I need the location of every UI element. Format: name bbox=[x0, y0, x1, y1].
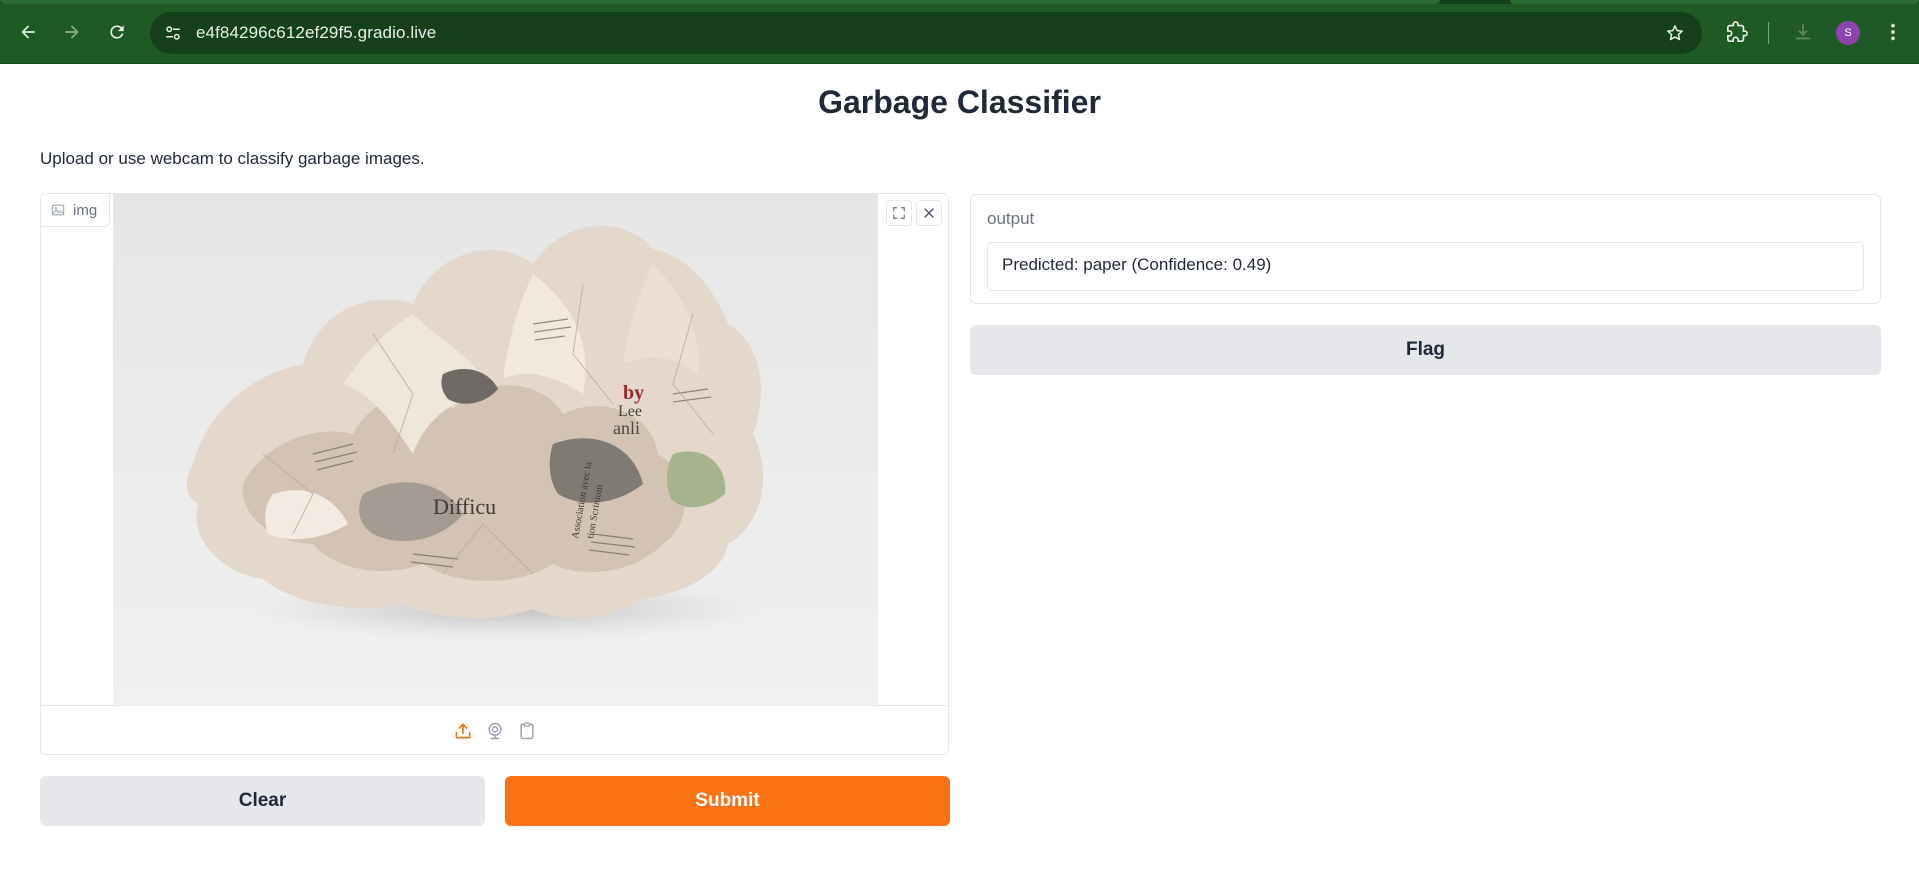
url-text[interactable]: e4f84296c612ef29f5.gradio.live bbox=[196, 23, 436, 43]
fullscreen-icon bbox=[893, 207, 905, 219]
image-input-label-text: img bbox=[73, 201, 98, 219]
upload-source-button[interactable] bbox=[452, 720, 474, 742]
active-tab-edge[interactable] bbox=[0, 0, 1440, 4]
output-textbox[interactable]: Predicted: paper (Confidence: 0.49) bbox=[987, 242, 1864, 291]
toolbar-divider bbox=[1768, 22, 1769, 44]
reload-icon bbox=[110, 25, 124, 39]
uploaded-image: by Lee anli Difficu Association avec la … bbox=[113, 194, 878, 705]
flag-button[interactable]: Flag bbox=[970, 325, 1881, 375]
inactive-tab-edge[interactable] bbox=[1510, 0, 1919, 4]
image-text-difficu: Difficu bbox=[433, 494, 496, 519]
download-icon bbox=[1795, 23, 1811, 40]
image-source-selector bbox=[41, 705, 948, 754]
forward-button[interactable] bbox=[57, 17, 87, 47]
close-icon bbox=[924, 208, 934, 218]
browser-menu-button[interactable] bbox=[1878, 17, 1908, 47]
output-panel: output Predicted: paper (Confidence: 0.4… bbox=[970, 194, 1881, 304]
arrow-left-icon bbox=[21, 25, 35, 39]
arrow-right-icon bbox=[65, 25, 79, 39]
image-toolbar bbox=[886, 200, 942, 226]
profile-avatar[interactable]: S bbox=[1836, 21, 1860, 45]
reload-button[interactable] bbox=[102, 17, 132, 47]
clear-image-button[interactable] bbox=[916, 200, 942, 226]
image-text-by: by bbox=[623, 382, 644, 404]
kebab-menu-icon bbox=[1891, 23, 1895, 41]
image-input-label: img bbox=[41, 194, 111, 227]
webcam-icon bbox=[487, 722, 502, 739]
clear-button[interactable]: Clear bbox=[40, 776, 485, 826]
output-label: output bbox=[987, 209, 1035, 228]
upload-icon bbox=[455, 723, 470, 738]
puzzle-icon bbox=[1727, 21, 1748, 42]
site-settings-icon[interactable] bbox=[162, 22, 184, 44]
address-bar[interactable]: e4f84296c612ef29f5.gradio.live bbox=[150, 12, 1702, 54]
browser-toolbar: e4f84296c612ef29f5.gradio.live S bbox=[0, 0, 1919, 64]
clipboard-source-button[interactable] bbox=[516, 720, 538, 742]
back-button[interactable] bbox=[13, 17, 43, 47]
image-text-anli: anli bbox=[613, 418, 640, 438]
fullscreen-button[interactable] bbox=[886, 200, 912, 226]
tab-strip bbox=[0, 0, 1919, 4]
page-title: Garbage Classifier bbox=[818, 84, 1101, 120]
submit-button[interactable]: Submit bbox=[505, 776, 950, 826]
image-icon bbox=[51, 204, 65, 216]
crumpled-newspaper-image: by Lee anli Difficu Association avec la … bbox=[186, 226, 768, 641]
image-input-panel[interactable]: img by Lee anli Difficu Association avec… bbox=[40, 193, 949, 755]
downloads-button[interactable] bbox=[1788, 17, 1818, 47]
bookmark-star-icon[interactable] bbox=[1664, 22, 1686, 44]
webcam-source-button[interactable] bbox=[484, 720, 506, 742]
page-description: Upload or use webcam to classify garbage… bbox=[40, 149, 425, 168]
extensions-button[interactable] bbox=[1722, 17, 1752, 47]
clipboard-icon bbox=[519, 721, 534, 739]
